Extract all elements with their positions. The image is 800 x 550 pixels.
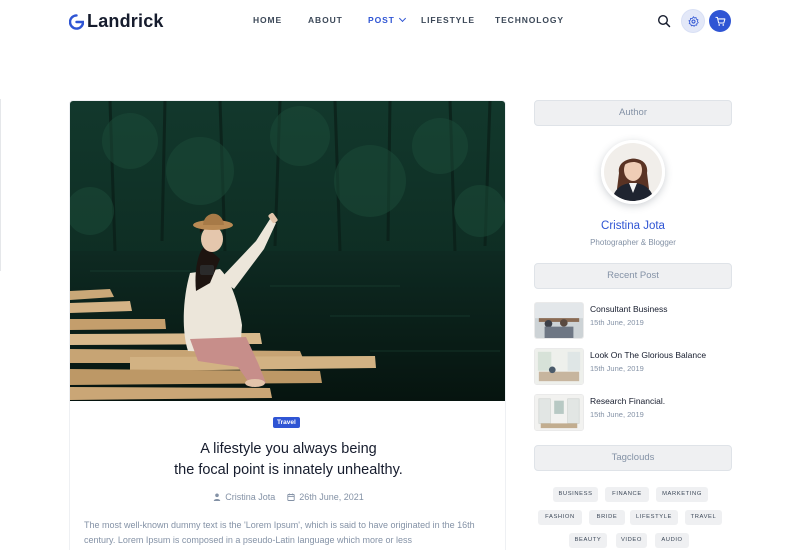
category-badge[interactable]: Travel bbox=[273, 417, 300, 428]
gear-icon bbox=[688, 15, 699, 27]
author-role: Photographer & Blogger bbox=[590, 238, 676, 247]
recent-post-thumbnail bbox=[534, 348, 584, 385]
recent-post-date: 15th June, 2019 bbox=[590, 364, 644, 373]
nav-lifestyle[interactable]: LIFESTYLE bbox=[421, 15, 475, 25]
search-icon[interactable] bbox=[657, 14, 671, 28]
post-featured-image[interactable] bbox=[70, 101, 506, 401]
user-icon bbox=[214, 493, 221, 501]
post-excerpt: The most well-known dummy text is the 'L… bbox=[84, 520, 475, 545]
tag-lifestyle[interactable]: LIFESTYLE bbox=[630, 510, 678, 525]
nav-about[interactable]: ABOUT bbox=[308, 15, 343, 25]
tag-bride[interactable]: BRIDE bbox=[589, 510, 625, 525]
recent-post-thumbnail bbox=[534, 394, 584, 431]
nav-technology[interactable]: TECHNOLOGY bbox=[495, 15, 564, 25]
settings-button[interactable] bbox=[682, 10, 704, 32]
tag-audio[interactable]: AUDIO bbox=[655, 533, 689, 548]
nav-post[interactable]: POST bbox=[368, 14, 406, 25]
cart-button[interactable] bbox=[709, 10, 731, 32]
recent-post-title[interactable]: Look On The Glorious Balance bbox=[590, 350, 706, 360]
recent-post-thumbnail bbox=[534, 302, 584, 339]
tag-business[interactable]: BUSINESS bbox=[553, 487, 598, 502]
site-header: Landrick HOME ABOUT POST LIFESTYLE TECHN… bbox=[0, 0, 800, 44]
post-meta: Cristina Jota 26th June, 2021 bbox=[70, 492, 505, 502]
post-title[interactable]: A lifestyle you always being the focal p… bbox=[70, 439, 505, 481]
recent-post-heading: Recent Post bbox=[534, 263, 732, 289]
author-avatar[interactable] bbox=[601, 140, 665, 204]
tag-beauty[interactable]: BEAUTY bbox=[569, 533, 607, 548]
chevron-down-icon bbox=[398, 14, 406, 23]
tag-video[interactable]: VIDEO bbox=[616, 533, 647, 548]
recent-post-date: 15th June, 2019 bbox=[590, 410, 644, 419]
post-author-link[interactable]: Cristina Jota bbox=[225, 492, 275, 502]
blog-post-card: Travel A lifestyle you always being the … bbox=[69, 100, 506, 550]
recent-post-title[interactable]: Consultant Business bbox=[590, 304, 668, 314]
author-photo bbox=[604, 143, 662, 201]
header-actions bbox=[657, 10, 731, 32]
tag-finance[interactable]: FINANCE bbox=[605, 487, 649, 502]
tag-travel[interactable]: TRAVEL bbox=[685, 510, 722, 525]
post-title-line-2: the focal point is innately unhealthy. bbox=[174, 462, 403, 478]
recent-post-item[interactable]: Consultant Business 15th June, 2019 bbox=[534, 302, 734, 342]
cart-icon bbox=[714, 16, 725, 26]
post-date: 26th June, 2021 bbox=[299, 492, 364, 502]
nav-post-label: POST bbox=[368, 15, 395, 25]
tag-marketing[interactable]: MARKETING bbox=[656, 487, 708, 502]
post-title-line-1: A lifestyle you always being bbox=[200, 441, 377, 457]
tag-fashion[interactable]: FASHION bbox=[538, 510, 582, 525]
author-name-link[interactable]: Cristina Jota bbox=[534, 220, 732, 232]
calendar-icon bbox=[287, 493, 295, 501]
page-edge-divider bbox=[0, 99, 1, 271]
recent-post-item[interactable]: Look On The Glorious Balance 15th June, … bbox=[534, 348, 734, 388]
recent-post-item[interactable]: Research Financial. 15th June, 2019 bbox=[534, 394, 734, 434]
author-widget-heading: Author bbox=[534, 100, 732, 126]
nav-home[interactable]: HOME bbox=[253, 15, 282, 25]
recent-post-date: 15th June, 2019 bbox=[590, 318, 644, 327]
tagclouds-heading: Tagclouds bbox=[534, 445, 732, 471]
recent-post-title[interactable]: Research Financial. bbox=[590, 396, 665, 406]
